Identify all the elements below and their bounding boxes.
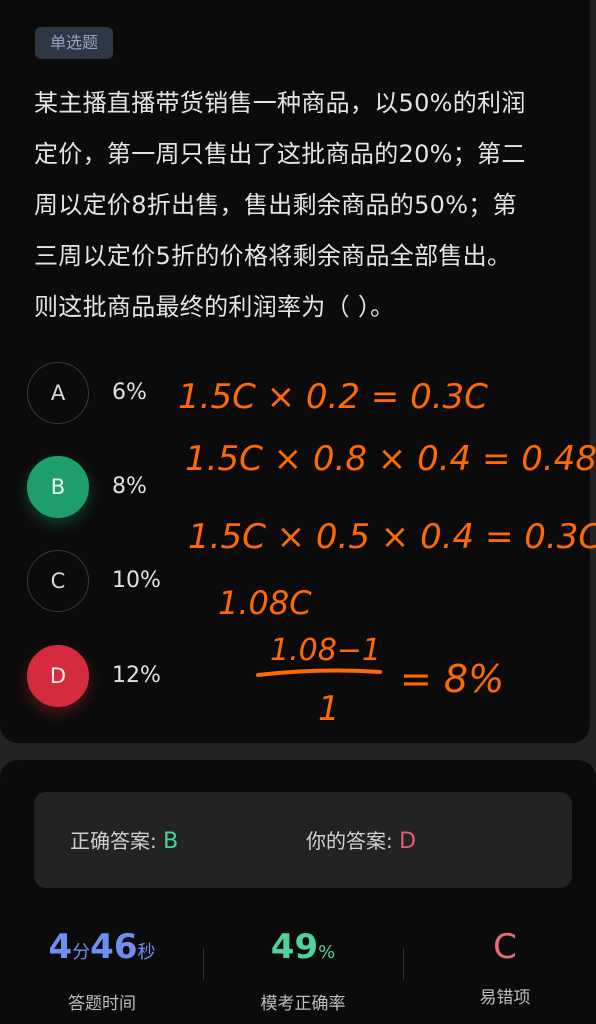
time-label: 答题时间 [68,994,136,1014]
time-value: 4分46秒 [40,925,164,975]
handwriting-line: 1.5C × 0.2 = 0.3C [178,377,488,417]
handwriting-line: 1.08−1 [270,633,381,668]
error-option-value: C [493,927,517,967]
time-seconds: 46 [90,927,138,967]
handwriting-line: 1 [318,689,340,729]
stat-divider [403,948,404,980]
stat-divider [203,948,204,980]
fraction-bar [256,668,382,677]
handwritten-notes: 1.5C × 0.2 = 0.3C 1.5C × 0.8 × 0.4 = 0.4… [178,377,596,729]
accuracy-label: 模考正确率 [260,994,346,1014]
correct-answer-label: 正确答案: [70,829,157,853]
stat-error-option: C 易错项 [455,925,555,1008]
stat-accuracy: 49% 模考正确率 [243,925,363,1014]
stat-time: 4分46秒 答题时间 [40,925,164,1014]
handwriting-line: = 8% [400,657,504,701]
time-sec-unit: 秒 [137,942,156,963]
your-answer-value: D [399,829,417,854]
accuracy-number: 49 [270,927,319,967]
handwriting-line: 1.08C [218,584,312,622]
correct-answer-value: B [163,829,179,854]
your-answer: 你的答案: D [306,826,416,857]
time-min-unit: 分 [72,942,91,963]
accuracy-unit: % [318,942,336,963]
your-answer-label: 你的答案: [306,829,393,853]
time-minutes: 4 [48,927,73,967]
error-option-label: 易错项 [479,988,531,1008]
handwriting-line: 1.5C × 0.8 × 0.4 = 0.48 C [185,439,596,479]
accuracy-value: 49% [243,925,363,975]
handwriting-line: 1.5C × 0.5 × 0.4 = 0.3C [188,517,596,557]
correct-answer: 正确答案: B [70,826,178,857]
